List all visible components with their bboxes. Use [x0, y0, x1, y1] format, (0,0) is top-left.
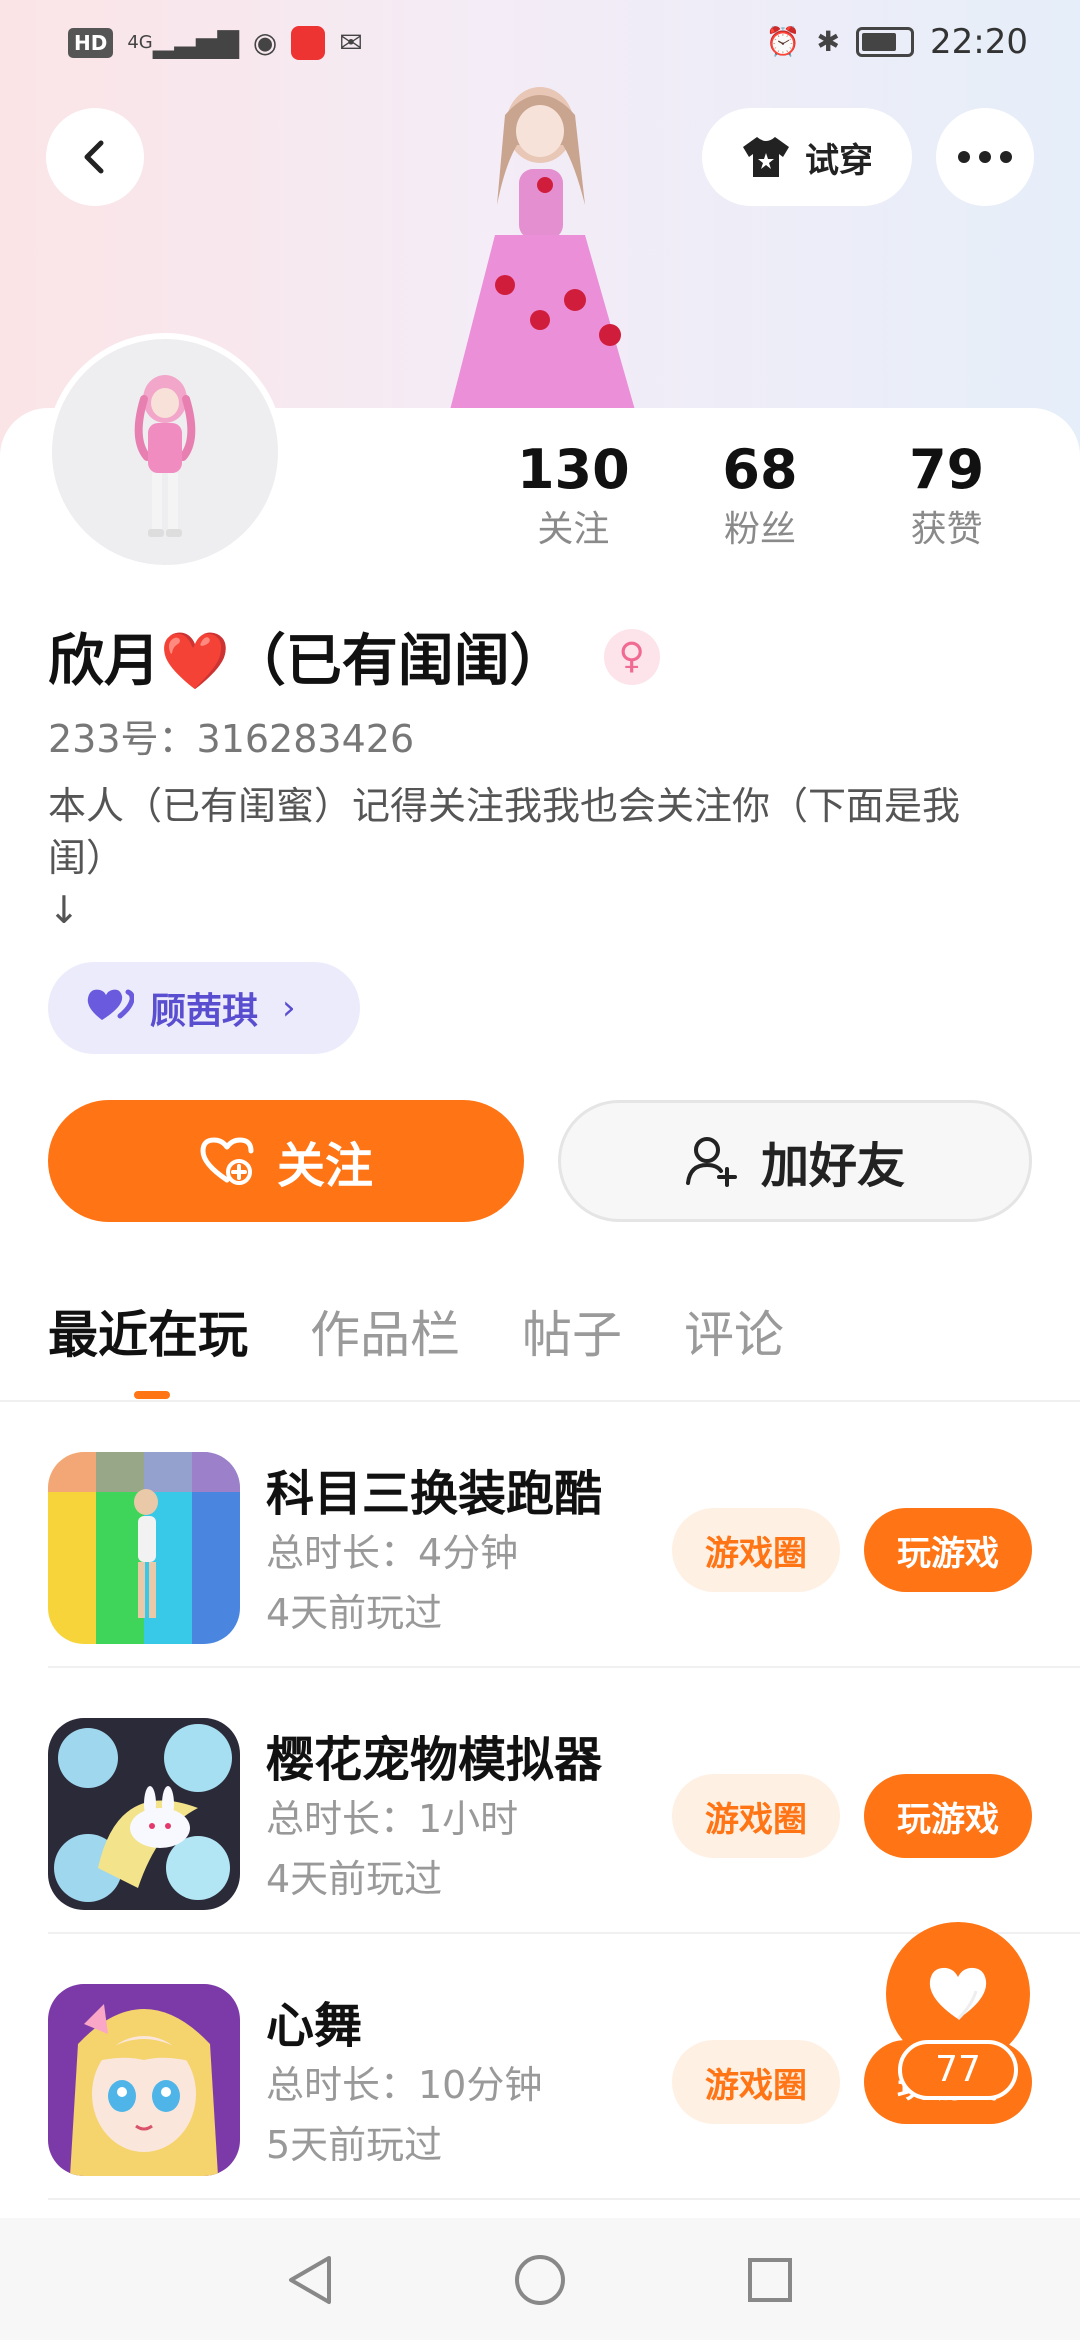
female-gender-icon: ♀	[603, 628, 660, 685]
bio-text: 本人（已有闺蜜）记得关注我我也会关注你（下面是我 闺） ↓	[48, 784, 961, 932]
active-tab-indicator	[134, 1391, 170, 1399]
game-duration: 总时长：10分钟	[266, 2063, 543, 2107]
game-duration: 总时长：1小时	[266, 1797, 519, 1841]
stat-value: 79	[909, 438, 985, 501]
more-options-button[interactable]	[936, 108, 1034, 206]
stats-row: 130 关注 68 粉丝 79 获赞	[480, 435, 1040, 555]
game-icon-image	[48, 1718, 240, 1910]
battery-icon	[856, 27, 915, 57]
game-last-played: 4天前玩过	[266, 1591, 443, 1635]
signal-icon: 4G▂▃▅▇	[127, 26, 239, 59]
tab-works[interactable]: 作品栏	[310, 1300, 460, 1370]
follow-button[interactable]: 关注	[48, 1100, 524, 1222]
eye-icon: ◉	[252, 26, 278, 59]
chevron-right-icon: ›	[282, 988, 296, 1028]
stat-likes[interactable]: 79 获赞	[853, 435, 1040, 555]
shirt-icon	[743, 137, 789, 177]
avatar-character-image	[134, 375, 196, 537]
nickname-row: 欣月❤️（已有闺闺） ♀	[48, 616, 660, 697]
add-friend-label: 加好友	[760, 1138, 905, 1194]
back-arrow-icon	[84, 140, 104, 174]
tab-comments[interactable]: 评论	[684, 1300, 784, 1370]
status-bar: HD 4G▂▃▅▇ ◉ ✉ ⏰ ✱ 22:20	[0, 0, 1080, 90]
stat-label: 获赞	[910, 509, 983, 550]
app-notification-icon	[291, 26, 326, 60]
circle-home-icon	[515, 2255, 565, 2305]
like-count-badge: 77	[898, 2040, 1018, 2100]
game-title: 樱花宠物模拟器	[266, 1732, 603, 1788]
add-friend-button[interactable]: 加好友	[558, 1100, 1032, 1222]
try-on-button[interactable]: 试穿	[702, 108, 912, 206]
hd-indicator: HD	[68, 28, 114, 58]
bestie-name: 顾茜琪	[150, 991, 259, 1032]
profile-tabs: 最近在玩 作品栏 帖子 评论	[48, 1300, 784, 1370]
user-id: 233号：316283426	[48, 717, 415, 761]
alarm-icon: ⏰	[765, 25, 801, 58]
heart-plus-icon	[200, 1137, 254, 1185]
divider	[48, 2198, 1080, 2200]
list-item[interactable]: 科目三换装跑酷 总时长：4分钟 4天前玩过 游戏圈 玩游戏	[0, 1402, 1080, 1668]
stat-label: 关注	[537, 509, 610, 550]
user-plus-icon	[685, 1137, 737, 1187]
triangle-back-icon	[289, 2256, 331, 2304]
back-button[interactable]	[46, 108, 144, 206]
stat-value: 130	[516, 438, 630, 501]
stat-following[interactable]: 130 关注	[480, 435, 667, 555]
follow-label: 关注	[276, 1138, 373, 1194]
game-duration: 总时长：4分钟	[266, 1531, 519, 1575]
game-last-played: 4天前玩过	[266, 1857, 443, 1901]
nav-home-button[interactable]	[512, 2252, 568, 2308]
tab-recently-played[interactable]: 最近在玩	[48, 1300, 248, 1370]
network-type: 4G	[127, 32, 153, 53]
nav-back-button[interactable]	[282, 2252, 338, 2308]
game-icon-image	[48, 1452, 240, 1644]
try-on-label: 试穿	[805, 140, 873, 181]
play-game-button[interactable]: 玩游戏	[864, 1508, 1032, 1592]
system-nav-bar	[0, 2218, 1080, 2340]
game-circle-button[interactable]: 游戏圈	[672, 2040, 840, 2124]
wechat-icon: ✉	[339, 26, 363, 59]
game-icon-image	[48, 1984, 240, 2176]
stat-followers[interactable]: 68 粉丝	[667, 435, 854, 555]
double-heart-icon	[86, 986, 135, 1031]
stat-value: 68	[722, 438, 798, 501]
tab-posts[interactable]: 帖子	[522, 1300, 622, 1370]
avatar[interactable]	[46, 333, 284, 571]
nickname: 欣月❤️（已有闺闺）	[48, 629, 566, 694]
play-game-button[interactable]: 玩游戏	[864, 1774, 1032, 1858]
square-recents-icon	[748, 2258, 792, 2302]
stat-label: 粉丝	[724, 509, 797, 550]
game-last-played: 5天前玩过	[266, 2123, 443, 2167]
clock: 22:20	[930, 22, 1028, 62]
nav-recents-button[interactable]	[742, 2252, 798, 2308]
list-item[interactable]: 樱花宠物模拟器 总时长：1小时 4天前玩过 游戏圈 玩游戏	[0, 1668, 1080, 1934]
game-title: 科目三换装跑酷	[266, 1466, 603, 1522]
more-dots-icon	[958, 151, 1012, 163]
bluetooth-icon: ✱	[816, 25, 841, 58]
avatar-showcase-figure	[450, 87, 635, 410]
game-title: 心舞	[266, 1998, 363, 2054]
profile-screen: HD 4G▂▃▅▇ ◉ ✉ ⏰ ✱ 22:20 试穿 130 关注 68 粉丝 …	[0, 0, 1080, 2340]
game-circle-button[interactable]: 游戏圈	[672, 1774, 840, 1858]
game-circle-button[interactable]: 游戏圈	[672, 1508, 840, 1592]
bestie-chip[interactable]: 顾茜琪 ›	[48, 962, 360, 1054]
heart-icon	[929, 1967, 987, 2021]
